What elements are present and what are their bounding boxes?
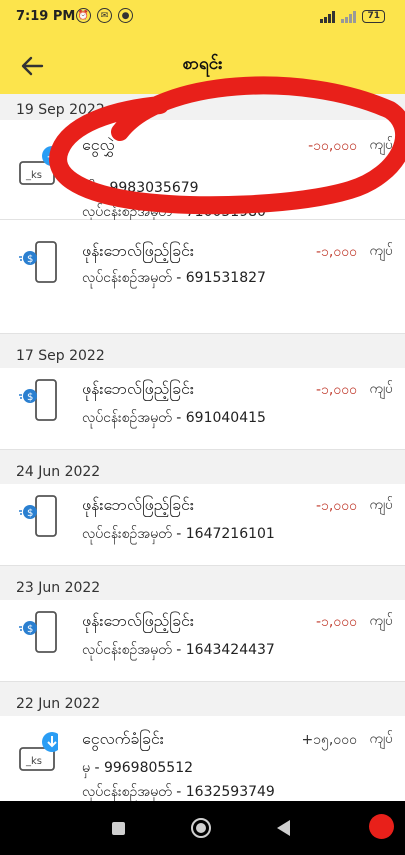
date-header: 23 Jun 2022: [0, 566, 405, 600]
transaction-row[interactable]: _ks ငွေလွှဲ -၁၀,၀၀၀ ကျပ် သို့ - 99830356…: [0, 120, 405, 220]
phone-topup-icon: $: [19, 611, 57, 653]
transaction-amount: -၁,၀၀၀: [315, 244, 357, 260]
transaction-row[interactable]: $ ဖုန်းဘေလ်ဖြည့်ခြင်း -၁,၀၀၀ ကျပ် လုပ်ငန…: [0, 220, 405, 334]
recents-icon[interactable]: [112, 822, 125, 835]
transaction-list: 19 Sep 2022 _ks ငွေလွှဲ -၁၀,၀၀၀ ကျပ် သို…: [0, 94, 405, 801]
page-title: စာရင်း: [182, 54, 223, 74]
transaction-row[interactable]: $ ဖုန်းဘေလ်ဖြည့်ခြင်း -၁,၀၀၀ ကျပ် လုပ်ငန…: [0, 600, 405, 682]
svg-text:$: $: [27, 392, 33, 403]
svg-text:_ks: _ks: [25, 170, 42, 181]
signal-secondary-icon: [341, 10, 357, 23]
svg-text:$: $: [27, 254, 33, 265]
transaction-id: လုပ်ငန်းစဉ်အမှတ် - 1632593749: [82, 784, 275, 800]
date-header: 24 Jun 2022: [0, 450, 405, 484]
transaction-id: လုပ်ငန်းစဉ်အမှတ် - 691531827: [82, 270, 266, 286]
status-time: 7:19 PM: [16, 9, 76, 24]
transaction-name: ဖုန်းဘေလ်ဖြည့်ခြင်း: [82, 379, 194, 398]
transaction-id: လုပ်ငန်းစဉ်အမှတ် - 691040415: [82, 410, 266, 426]
transaction-amount: -၁၀,၀၀၀: [308, 138, 357, 154]
transaction-amount: -၁,၀၀၀: [315, 382, 357, 398]
currency-unit: ကျပ်: [369, 381, 393, 397]
status-bar: 7:19 PM ⏰ ✉ ● 71: [0, 0, 405, 38]
currency-unit: ကျပ်: [369, 731, 393, 747]
currency-unit: ကျပ်: [369, 137, 393, 153]
transaction-row[interactable]: $ ဖုန်းဘေလ်ဖြည့်ခြင်း -၁,၀၀၀ ကျပ် လုပ်ငန…: [0, 484, 405, 566]
status-notification-icons: ⏰ ✉ ●: [76, 8, 133, 23]
date-header: 19 Sep 2022: [0, 94, 405, 120]
transaction-id: လုပ်ငန်းစဉ်အမှတ် - 1647216101: [82, 526, 275, 542]
messenger-icon: ✉: [97, 8, 112, 23]
transaction-name: ဖုန်းဘေလ်ဖြည့်ခြင်း: [82, 241, 194, 260]
transaction-name: ဖုန်းဘေလ်ဖြည့်ခြင်း: [82, 611, 194, 630]
back-icon[interactable]: [277, 820, 290, 836]
floating-bubble-icon[interactable]: [369, 814, 394, 839]
sender-number: မှ - 9969805512: [82, 760, 194, 776]
navigation-bar: [0, 801, 405, 855]
transaction-id: လုပ်ငန်းစဉ်အမှတ် - 1643424437: [82, 642, 275, 658]
send-money-icon: _ks: [19, 146, 58, 185]
phone-topup-icon: $: [19, 379, 57, 421]
date-header: 17 Sep 2022: [0, 334, 405, 368]
svg-text:$: $: [27, 508, 33, 519]
currency-unit: ကျပ်: [369, 243, 393, 259]
app-icon: ●: [118, 8, 133, 23]
transaction-name: ဖုန်းဘေလ်ဖြည့်ခြင်း: [82, 495, 194, 514]
phone-topup-icon: $: [19, 495, 57, 537]
battery-indicator: 71: [362, 10, 385, 23]
transaction-row[interactable]: $ ဖုန်းဘေလ်ဖြည့်ခြင်း -၁,၀၀၀ ကျပ် လုပ်ငန…: [0, 368, 405, 450]
svg-text:$: $: [27, 624, 33, 635]
currency-unit: ကျပ်: [369, 497, 393, 513]
transaction-amount: -၁,၀၀၀: [315, 614, 357, 630]
date-header: 22 Jun 2022: [0, 682, 405, 716]
receive-money-icon: _ks: [19, 732, 58, 771]
transaction-amount: +၁၅,၀၀၀: [301, 732, 357, 748]
status-right-icons: 71: [320, 10, 385, 23]
transaction-amount: -၁,၀၀၀: [315, 498, 357, 514]
currency-unit: ကျပ်: [369, 613, 393, 629]
transaction-name: ငွေလက်ခံခြင်း: [82, 729, 164, 748]
signal-icon: [320, 10, 336, 23]
svg-text:_ks: _ks: [25, 756, 42, 767]
transaction-name: ငွေလွှဲ: [82, 135, 115, 154]
transaction-row[interactable]: _ks ငွေလက်ခံခြင်း +၁၅,၀၀၀ ကျပ် မှ - 9969…: [0, 716, 405, 801]
home-icon[interactable]: [191, 818, 211, 838]
alarm-icon: ⏰: [76, 8, 91, 23]
phone-topup-icon: $: [19, 241, 57, 283]
recipient-number: သို့ - 9983035679: [82, 180, 199, 196]
app-bar: စာရင်း: [0, 38, 405, 94]
